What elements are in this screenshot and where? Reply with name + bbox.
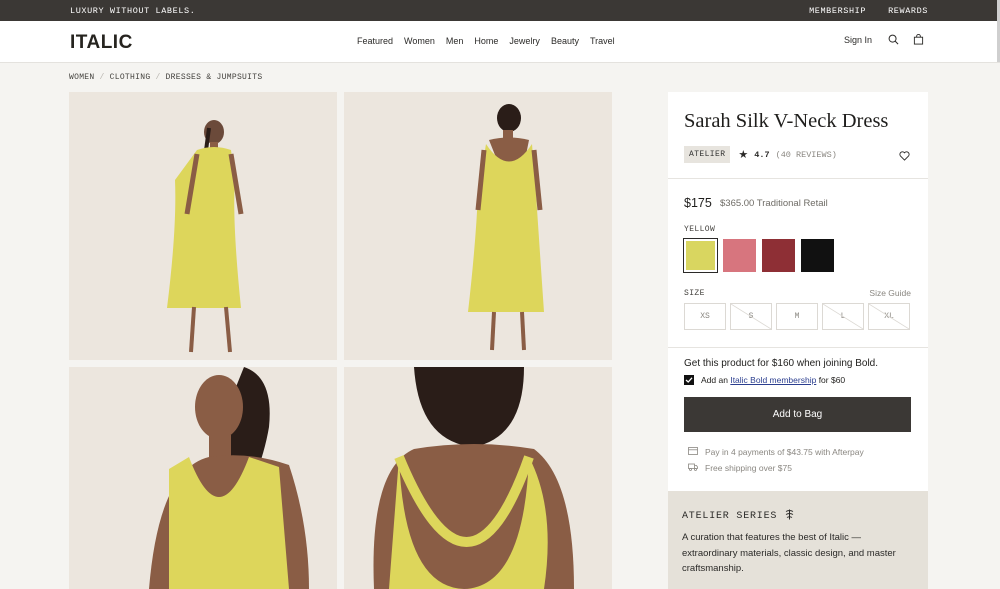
- size-m-label: M: [794, 312, 800, 321]
- atelier-title-text: ATELIER SERIES: [682, 511, 778, 522]
- shipping-row: Free shipping over $75: [688, 463, 792, 473]
- product-image-detail-front[interactable]: [69, 367, 337, 589]
- wishlist-heart-icon[interactable]: [899, 148, 910, 166]
- divider: [668, 178, 928, 179]
- afterpay-text: Pay in 4 payments of $43.75 with Afterpa…: [705, 447, 864, 457]
- nav-item-featured[interactable]: Featured: [357, 36, 393, 46]
- rewards-link[interactable]: REWARDS: [888, 6, 928, 16]
- sale-price: $175: [684, 196, 712, 210]
- breadcrumb-women[interactable]: WOMEN: [69, 73, 95, 82]
- nav-menu: Featured Women Men Home Jewelry Beauty T…: [357, 36, 615, 46]
- product-image-front[interactable]: [69, 92, 337, 360]
- nav-item-jewelry[interactable]: Jewelry: [509, 36, 540, 46]
- bold-membership-link[interactable]: Italic Bold membership: [730, 375, 816, 385]
- breadcrumb-separator: /: [155, 73, 161, 82]
- size-xs-label: XS: [700, 312, 710, 321]
- rating-value: 4.7: [754, 149, 770, 160]
- size-l-option[interactable]: L: [822, 303, 864, 330]
- italic-logo[interactable]: ITALIC: [70, 32, 133, 54]
- breadcrumb-dresses[interactable]: DRESSES & JUMPSUITS: [166, 73, 263, 82]
- add-to-bag-button[interactable]: Add to Bag: [684, 397, 911, 432]
- reviews-link[interactable]: (40 REVIEWS): [776, 150, 837, 160]
- membership-link[interactable]: MEMBERSHIP: [809, 6, 866, 16]
- add-an-text: Add an: [701, 375, 728, 385]
- afterpay-row: Pay in 4 payments of $43.75 with Afterpa…: [688, 447, 864, 457]
- swatch-yellow[interactable]: [683, 238, 718, 273]
- sign-in-link[interactable]: Sign In: [844, 35, 872, 45]
- atelier-description: A curation that features the best of Ita…: [682, 532, 896, 574]
- nav-item-home[interactable]: Home: [474, 36, 498, 46]
- promo-text: LUXURY WITHOUT LABELS.: [70, 5, 196, 16]
- size-xl-option[interactable]: XL: [868, 303, 910, 330]
- truck-icon: [688, 463, 698, 473]
- breadcrumb-clothing[interactable]: CLOTHING: [110, 73, 151, 82]
- size-label: SIZE: [684, 289, 705, 298]
- size-m-option[interactable]: M: [776, 303, 818, 330]
- breadcrumb: WOMEN / CLOTHING / DRESSES & JUMPSUITS: [69, 73, 262, 82]
- atelier-series-icon: [785, 509, 794, 524]
- star-icon: ★: [738, 149, 749, 161]
- shipping-text: Free shipping over $75: [705, 463, 792, 473]
- search-icon[interactable]: [888, 34, 899, 45]
- breadcrumb-separator: /: [99, 73, 105, 82]
- bag-icon[interactable]: [913, 34, 924, 45]
- swatch-pink[interactable]: [723, 239, 756, 272]
- rating-row: ATELIER ★ 4.7 (40 REVIEWS): [684, 146, 837, 163]
- nav-item-beauty[interactable]: Beauty: [551, 36, 579, 46]
- size-xs-option[interactable]: XS: [684, 303, 726, 330]
- swatch-black[interactable]: [801, 239, 834, 272]
- nav-item-women[interactable]: Women: [404, 36, 435, 46]
- size-guide-link[interactable]: Size Guide: [869, 288, 911, 298]
- promo-bar: LUXURY WITHOUT LABELS. MEMBERSHIP REWARD…: [0, 0, 1000, 21]
- divider: [668, 347, 928, 348]
- product-image-detail-back[interactable]: [344, 367, 612, 589]
- swatch-red[interactable]: [762, 239, 795, 272]
- atelier-badge: ATELIER: [684, 146, 731, 163]
- atelier-series-section: ATELIER SERIES A curation that features …: [668, 491, 928, 589]
- color-label: YELLOW: [684, 225, 716, 234]
- atelier-title: ATELIER SERIES: [682, 509, 794, 524]
- product-title: Sarah Silk V-Neck Dress: [684, 110, 889, 132]
- bold-price-text: for $60: [818, 375, 846, 385]
- bold-membership-checkbox[interactable]: [684, 375, 694, 385]
- nav-item-travel[interactable]: Travel: [590, 36, 615, 46]
- nav-item-men[interactable]: Men: [446, 36, 464, 46]
- main-nav: ITALIC Featured Women Men Home Jewelry B…: [0, 21, 1000, 63]
- product-image-back[interactable]: [344, 92, 612, 360]
- bold-offer-text: Get this product for $160 when joining B…: [684, 358, 879, 369]
- retail-price: $365.00 Traditional Retail: [720, 198, 828, 209]
- size-s-option[interactable]: S: [730, 303, 772, 330]
- card-icon: [688, 447, 698, 457]
- bold-membership-text: Add an Italic Bold membership for $60: [701, 375, 845, 385]
